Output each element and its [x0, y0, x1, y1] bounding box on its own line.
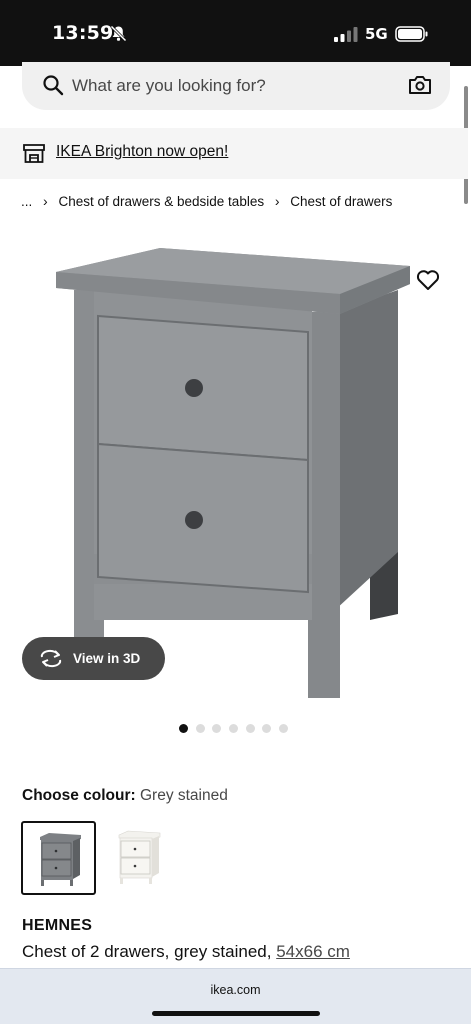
colour-swatch-white[interactable] — [102, 821, 177, 895]
status-time: 13:59 — [52, 22, 114, 44]
network-label: 5G — [365, 25, 388, 43]
product-description-text: Chest of 2 drawers, grey stained, — [22, 942, 272, 961]
colour-swatch-grey[interactable] — [21, 821, 96, 895]
chevron-right-icon: › — [43, 193, 48, 210]
carousel-dot[interactable] — [195, 724, 205, 733]
product-name: HEMNES — [22, 917, 93, 934]
store-banner-link[interactable]: IKEA Brighton now open! — [56, 143, 228, 161]
chevron-right-icon: › — [274, 193, 280, 210]
carousel-dot[interactable] — [179, 724, 188, 733]
home-indicator[interactable] — [152, 1011, 320, 1016]
breadcrumb-ellipsis[interactable]: ... — [21, 194, 32, 209]
url-label[interactable]: ikea.com — [0, 983, 471, 997]
signal-icon — [334, 27, 358, 42]
heart-icon[interactable] — [416, 269, 440, 291]
swatch-image-grey — [40, 833, 81, 886]
carousel-dot[interactable] — [262, 724, 272, 733]
battery-icon — [395, 26, 428, 42]
colour-value: Grey stained — [139, 787, 228, 804]
browser-address-bar[interactable]: ikea.com — [0, 968, 471, 1024]
carousel-dots — [179, 720, 296, 733]
colour-selector-heading: Choose colour: Grey stained — [22, 787, 228, 805]
product-size-link[interactable]: 54x66 cm — [276, 942, 350, 961]
store-banner[interactable]: IKEA Brighton now open! — [0, 128, 468, 179]
view-in-3d-label: View in 3D — [73, 651, 141, 666]
carousel-dot[interactable] — [212, 724, 222, 733]
swatch-image-white — [118, 830, 161, 884]
status-bar: 13:59 5G — [0, 0, 471, 66]
breadcrumb: ... › Chest of drawers & bedside tables … — [21, 193, 392, 209]
product-description: Chest of 2 drawers, grey stained, 54x66 … — [22, 942, 350, 962]
breadcrumb-item[interactable]: Chest of drawers & bedside tables — [58, 194, 264, 209]
carousel-dot[interactable] — [279, 724, 289, 733]
product-image[interactable] — [30, 232, 450, 702]
carousel-dot[interactable] — [229, 724, 239, 733]
search-placeholder: What are you looking for? — [72, 76, 266, 95]
carousel-dot[interactable] — [245, 724, 255, 733]
breadcrumb-item-current[interactable]: Chest of drawers — [290, 194, 392, 209]
search-icon — [43, 75, 64, 96]
colour-title: Choose colour: — [22, 787, 136, 804]
rotate-3d-icon — [40, 649, 62, 668]
view-in-3d-button[interactable]: View in 3D — [22, 637, 165, 680]
camera-icon[interactable] — [408, 74, 432, 96]
bell-slash-icon — [110, 25, 127, 42]
search-input[interactable]: What are you looking for? — [22, 62, 450, 110]
store-icon — [23, 144, 45, 163]
